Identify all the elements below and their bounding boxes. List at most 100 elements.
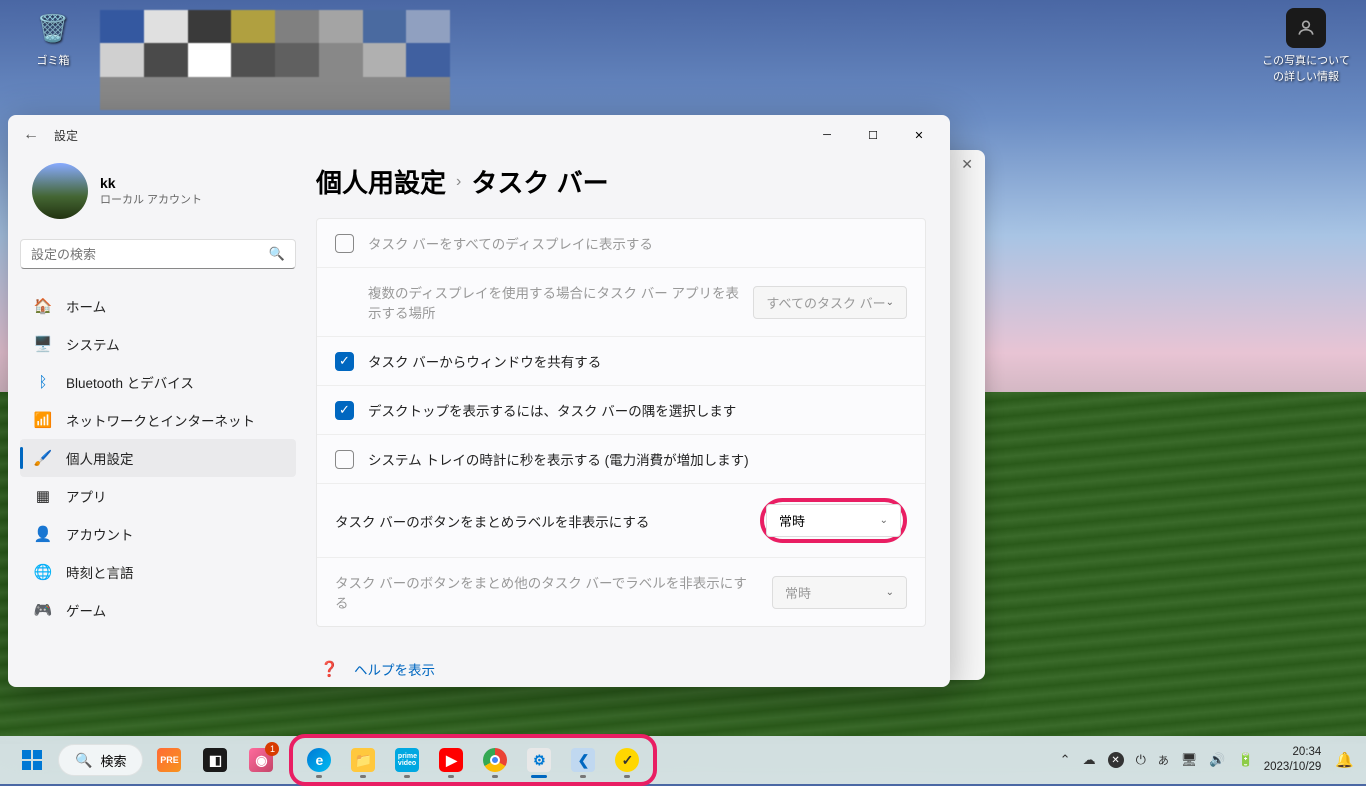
profile-name: kk [100, 175, 202, 191]
pixelated-region [100, 10, 450, 110]
gamepad-icon: 🎮 [34, 601, 52, 619]
onedrive-icon[interactable]: ☁ [1083, 752, 1096, 768]
help-link: ❓ ヘルプを表示 [316, 651, 926, 687]
network-icon[interactable]: 🖥 [1181, 752, 1198, 768]
date: 2023/10/29 [1264, 760, 1322, 775]
search-button[interactable]: 🔍 検索 [58, 744, 143, 776]
start-button[interactable] [12, 740, 52, 780]
setting-show-seconds: システム トレイの時計に秒を表示する (電力消費が増加します) [317, 435, 925, 484]
bluetooth-icon: ᛒ [34, 373, 52, 391]
chevron-down-icon: ⌄ [886, 297, 894, 308]
profile-section[interactable]: kk ローカル アカウント [20, 155, 296, 239]
taskbar-app-prime[interactable]: primevideo [387, 740, 427, 780]
notification-icon[interactable]: 🔔 [1335, 751, 1354, 769]
breadcrumb-current: タスク バー [471, 163, 608, 200]
setting-combine-buttons: タスク バーのボタンをまとめラベルを非表示にする 常時 ⌄ [317, 484, 925, 558]
home-icon: 🏠 [34, 297, 52, 315]
apps-icon: ▦ [34, 487, 52, 505]
content-area: 個人用設定 › タスク バー タスク バーをすべてのディスプレイに表示する 複数… [308, 155, 950, 687]
taskbar-app-explorer[interactable]: 📁 [343, 740, 383, 780]
nav-system[interactable]: 🖥️ システム [20, 325, 296, 363]
taskbar-app-edge[interactable]: e [299, 740, 339, 780]
nav-label: Bluetooth とデバイス [66, 372, 194, 392]
volume-icon[interactable]: 🔊 [1209, 752, 1225, 768]
tray-overflow-icon[interactable]: ⌃ [1060, 752, 1071, 768]
setting-label: タスク バーのボタンをまとめラベルを非表示にする [335, 511, 746, 531]
nav-label: ホーム [66, 296, 106, 316]
person-icon: 👤 [34, 525, 52, 543]
nav-accounts[interactable]: 👤 アカウント [20, 515, 296, 553]
search-box[interactable]: 🔍 [20, 239, 296, 269]
power-icon[interactable]: ⏻ [1136, 752, 1146, 768]
nav-bluetooth[interactable]: ᛒ Bluetooth とデバイス [20, 363, 296, 401]
nav-label: アプリ [66, 486, 107, 506]
setting-label: システム トレイの時計に秒を表示する (電力消費が増加します) [368, 449, 907, 469]
minimize-button[interactable]: ─ [804, 119, 850, 151]
breadcrumb: 個人用設定 › タスク バー [316, 163, 926, 200]
setting-label: タスク バーからウィンドウを共有する [368, 351, 907, 371]
setting-label: タスク バーをすべてのディスプレイに表示する [368, 233, 907, 253]
taskbar-app-unknown1[interactable]: ❮ [563, 740, 603, 780]
bg-close-icon[interactable]: ✕ [961, 156, 973, 173]
search-icon: 🔍 [75, 752, 92, 769]
taskbar-app-settings[interactable]: ⚙ [519, 740, 559, 780]
nav-label: 個人用設定 [66, 448, 134, 468]
checkbox[interactable] [335, 450, 354, 469]
xbox-icon[interactable]: ✕ [1108, 752, 1124, 768]
maximize-button[interactable]: ☐ [850, 119, 896, 151]
search-label: 検索 [100, 751, 126, 770]
chevron-down-icon: ⌄ [886, 587, 894, 598]
taskbar-app-chrome[interactable] [475, 740, 515, 780]
nav-personalization[interactable]: 🖌️ 個人用設定 [20, 439, 296, 477]
close-button[interactable]: ✕ [896, 119, 942, 151]
taskview-button[interactable]: PRE [149, 740, 189, 780]
widgets-button[interactable]: ◧ [195, 740, 235, 780]
nav-label: 時刻と言語 [66, 562, 134, 582]
titlebar: ← 設定 ─ ☐ ✕ [8, 115, 950, 155]
checkbox[interactable]: ✓ [335, 352, 354, 371]
nav-network[interactable]: 📶 ネットワークとインターネット [20, 401, 296, 439]
setting-show-all-displays: タスク バーをすべてのディスプレイに表示する [317, 219, 925, 268]
settings-card: タスク バーをすべてのディスプレイに表示する 複数のディスプレイを使用する場合に… [316, 218, 926, 627]
wifi-icon: 📶 [34, 411, 52, 429]
nav-apps[interactable]: ▦ アプリ [20, 477, 296, 515]
nav-gaming[interactable]: 🎮 ゲーム [20, 591, 296, 629]
search-input[interactable] [31, 247, 269, 262]
help-icon: ❓ [320, 660, 338, 678]
back-button[interactable]: ← [16, 126, 46, 144]
taskbar: 🔍 検索 PRE ◧ ◉ 1 e 📁 primevideo ▶ [0, 736, 1366, 784]
recycle-bin-label: ゴミ箱 [18, 52, 88, 68]
clock[interactable]: 20:34 2023/10/29 [1264, 745, 1326, 775]
avatar [32, 163, 88, 219]
photo-info-icon[interactable]: この写真についての詳しい情報 [1261, 8, 1351, 84]
setting-label: タスク バーのボタンをまとめ他のタスク バーでラベルを非表示にする [335, 572, 758, 612]
language-icon[interactable]: あ [1158, 752, 1169, 768]
copilot-button[interactable]: ◉ 1 [241, 740, 281, 780]
notification-badge: 1 [265, 742, 279, 756]
dropdown-combine[interactable]: 常時 ⌄ [766, 504, 901, 537]
setting-multi-display: 複数のディスプレイを使用する場合にタスク バー アプリを表示する場所 すべてのタ… [317, 268, 925, 337]
photo-info-label: この写真についての詳しい情報 [1261, 52, 1351, 84]
taskbar-app-youtube[interactable]: ▶ [431, 740, 471, 780]
chevron-down-icon: ⌄ [880, 515, 888, 526]
battery-icon[interactable]: 🔋 [1238, 752, 1254, 768]
highlight-annotation: e 📁 primevideo ▶ ⚙ ❮ ✓ [289, 734, 657, 786]
highlight-annotation: 常時 ⌄ [760, 498, 907, 543]
system-icon: 🖥️ [34, 335, 52, 353]
checkbox[interactable] [335, 234, 354, 253]
checkbox[interactable]: ✓ [335, 401, 354, 420]
help-text[interactable]: ヘルプを表示 [354, 659, 435, 679]
recycle-bin-icon[interactable]: 🗑️ ゴミ箱 [18, 8, 88, 68]
nav-time[interactable]: 🌐 時刻と言語 [20, 553, 296, 591]
brush-icon: 🖌️ [34, 449, 52, 467]
settings-window: ← 設定 ─ ☐ ✕ kk ローカル アカウント 🔍 🏠 [8, 115, 950, 687]
sidebar: kk ローカル アカウント 🔍 🏠 ホーム 🖥️ システム ᛒ Bluetoot… [8, 155, 308, 687]
setting-desktop-corner: ✓ デスクトップを表示するには、タスク バーの隅を選択します [317, 386, 925, 435]
nav-home[interactable]: 🏠 ホーム [20, 287, 296, 325]
dropdown-combine-other: 常時 ⌄ [772, 576, 907, 609]
setting-combine-other: タスク バーのボタンをまとめ他のタスク バーでラベルを非表示にする 常時 ⌄ [317, 558, 925, 626]
breadcrumb-parent[interactable]: 個人用設定 [316, 163, 446, 200]
chevron-right-icon: › [456, 173, 461, 191]
taskbar-app-unknown2[interactable]: ✓ [607, 740, 647, 780]
time: 20:34 [1264, 745, 1322, 760]
